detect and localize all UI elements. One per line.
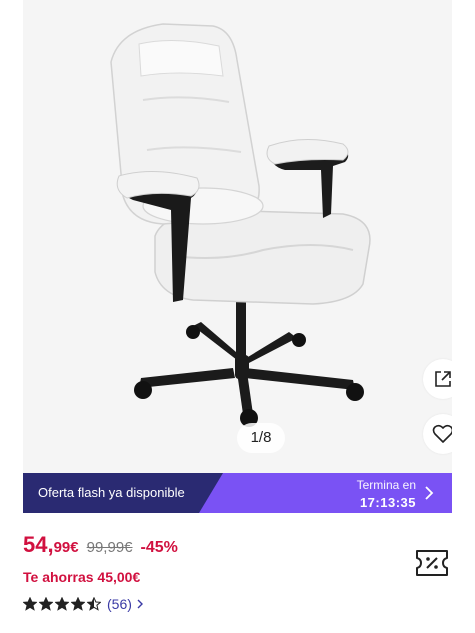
star-icon: [55, 597, 69, 611]
chevron-right-icon: [425, 486, 434, 500]
star-icon: [87, 597, 101, 611]
flash-sale-label: Oferta flash ya disponible: [38, 485, 185, 500]
product-image[interactable]: [23, 0, 452, 473]
star-icon: [39, 597, 53, 611]
rating-row[interactable]: (56): [23, 595, 144, 613]
star-rating: [23, 597, 101, 611]
product-gallery[interactable]: 1/8: [23, 0, 452, 473]
flash-timer: 17:13:35: [359, 495, 416, 510]
flash-countdown: Termina en 17:13:35: [357, 478, 416, 512]
original-price: 99,99€: [86, 539, 133, 556]
share-external-icon: [435, 371, 451, 387]
savings-text: Te ahorras 45,00€: [23, 569, 141, 585]
review-count[interactable]: (56): [107, 596, 132, 612]
heart-outline-icon: [432, 424, 452, 443]
product-page: 1/8 Oferta flash ya disponible Termina e…: [0, 0, 475, 633]
flash-ends-label: Termina en: [356, 478, 416, 492]
price-integer: 54,: [23, 532, 54, 557]
star-icon: [71, 597, 85, 611]
image-counter: 1/8: [237, 423, 285, 453]
star-icon: [23, 597, 37, 611]
discount-badge: -45%: [140, 539, 178, 556]
flash-sale-banner[interactable]: Oferta flash ya disponible Termina en 17…: [23, 473, 452, 513]
price-row: 54, 99€ 99,99€ -45%: [23, 532, 178, 560]
chevron-right-icon: [137, 599, 143, 609]
coupon-ticket-icon[interactable]: [415, 548, 449, 578]
price-decimal: 99€: [53, 539, 79, 556]
